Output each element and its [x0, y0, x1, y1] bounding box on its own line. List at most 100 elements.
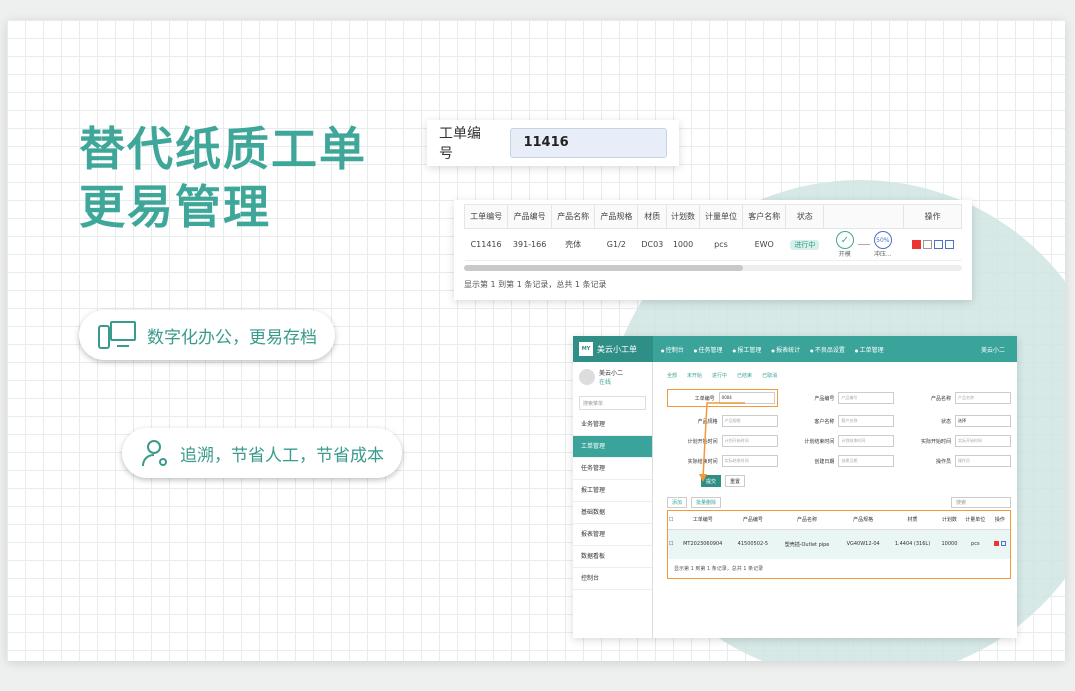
sidebar-menu: 业务管理 工单管理 任务管理 报工管理 基础数据 报表管理 数据看板 控制台 [573, 414, 652, 590]
cell: pcs [699, 228, 743, 261]
cell: 10000 [937, 529, 961, 559]
tab[interactable]: 未开始 [687, 372, 702, 379]
edit-icon[interactable] [933, 240, 943, 249]
col-header: 计划数 [937, 511, 961, 530]
form-field: 计划开始时间 计划开始时间 [667, 435, 778, 447]
field-label: 计划结束时间 [804, 438, 835, 445]
col-header: 材质 [887, 511, 938, 530]
submit-button[interactable]: 提交 [701, 475, 722, 487]
tab[interactable]: 已结束 [737, 372, 752, 379]
col-header: 操作 [989, 511, 1010, 530]
cell: DC03 [637, 228, 667, 261]
field-label: 状态 [940, 418, 951, 425]
app-logo: MY 美云小工单 [573, 336, 653, 362]
field-input[interactable]: 产品名称 [954, 392, 1011, 404]
nav-item[interactable]: 报表统计 [771, 345, 800, 354]
horizontal-scrollbar[interactable] [464, 265, 962, 271]
delete-icon[interactable] [993, 541, 999, 547]
feature-label: 追溯，节省人工，节省成本 [180, 445, 384, 466]
form-field-work-order: 工单编号 0004 [667, 389, 778, 407]
col-header: 计量单位 [960, 511, 990, 530]
app-screenshot: MY 美云小工单 控制台 任务管理 报工管理 报表统计 不良品设置 工单管理 美云… [573, 336, 1017, 638]
col-header: 产品规格 [839, 511, 888, 530]
col-header: 计量单位 [698, 204, 744, 229]
process-progress: ✓ 开模 50% 冲压... [835, 231, 892, 258]
sidebar-item[interactable]: 任务管理 [573, 458, 652, 480]
form-field: 产品编号 产品编号 [784, 389, 895, 407]
tab[interactable]: 进行中 [712, 372, 727, 379]
delete-icon[interactable] [911, 240, 921, 249]
avatar [579, 369, 595, 385]
data-table: ☐ 工单编号 产品编号 产品名称 产品规格 材质 计划数 计量单位 操作 ☐ M… [668, 511, 1010, 559]
user-status: 在线 [599, 379, 612, 386]
field-input[interactable]: 产品规格 [721, 415, 778, 427]
table-row[interactable]: C11416 391-166 壳体 G1/2 DC03 1000 pcs EWO… [464, 228, 962, 261]
cell: 壳体 [551, 228, 595, 261]
form-field: 计划结束时间 计划结束时间 [784, 435, 895, 447]
field-input[interactable]: 实际开始时间 [954, 435, 1011, 447]
sidebar-item[interactable]: 业务管理 [573, 414, 652, 436]
cell: G1/2 [594, 228, 638, 261]
sidebar-item-active[interactable]: 工单管理 [573, 436, 652, 458]
sidebar-item[interactable]: 报工管理 [573, 480, 652, 502]
edit-icon[interactable] [1000, 541, 1006, 547]
form-field: 产品规格 产品规格 [667, 415, 778, 427]
field-label: 产品规格 [697, 418, 718, 425]
status-badge: 进行中 [790, 239, 820, 250]
tab[interactable]: 全部 [667, 372, 677, 379]
field-input[interactable]: 创建日期 [838, 455, 895, 467]
user-name: 美云小二 [599, 370, 624, 377]
nav-item[interactable]: 控制台 [661, 345, 684, 354]
cell: C11416 [464, 228, 508, 261]
process-step-current: 50% 冲压... [873, 231, 892, 258]
field-input[interactable]: 计划开始时间 [721, 435, 778, 447]
add-button[interactable]: 添加 [667, 497, 688, 508]
nav-item[interactable]: 任务管理 [694, 345, 723, 354]
reset-button[interactable]: 重置 [725, 475, 746, 487]
col-header [823, 204, 905, 229]
status-tabs: 全部 未开始 进行中 已结束 已取消 [661, 362, 1017, 389]
headline-line1: 替代纸质工单 [79, 122, 367, 176]
sidebar-item[interactable]: 基础数据 [573, 502, 652, 524]
search-form: 工单编号 0004 产品编号 产品编号 产品名称 产品名称 产品规格 产品规格 客户名称… [661, 389, 1017, 467]
tab[interactable]: 已取消 [762, 372, 777, 379]
sidebar: 美云小二在线 搜索菜单 业务管理 工单管理 任务管理 报工管理 基础数据 报表管… [573, 362, 653, 638]
work-order-input[interactable]: 11416 [510, 128, 667, 158]
sidebar-item[interactable]: 控制台 [573, 568, 652, 590]
field-input[interactable]: 产品编号 [838, 392, 895, 404]
brand-name: 美云小工单 [597, 344, 637, 354]
view-icon[interactable] [944, 240, 954, 249]
sidebar-item[interactable]: 数据看板 [573, 546, 652, 568]
form-field: 状态 选择 [900, 415, 1011, 427]
nav-item[interactable]: 不良品设置 [810, 345, 845, 354]
print-icon[interactable] [922, 240, 932, 249]
row-actions [903, 228, 962, 261]
table-search-input[interactable]: 搜索 [951, 497, 1011, 508]
step-percent: 50% [873, 231, 892, 249]
step-label: 冲压... [873, 251, 892, 258]
menu-search-input[interactable]: 搜索菜单 [579, 396, 646, 410]
cell: EWO [742, 228, 786, 261]
field-label: 实际开始时间 [920, 438, 951, 445]
order-table-card: 工单编号 产品编号 产品名称 产品规格 材质 计划数 计量单位 客户名称 状态 … [454, 200, 972, 300]
nav-item[interactable]: 工单管理 [855, 345, 884, 354]
sidebar-item[interactable]: 报表管理 [573, 524, 652, 546]
check-icon: ✓ [835, 231, 854, 249]
status-select[interactable]: 选择 [954, 415, 1011, 427]
field-input[interactable]: 0004 [718, 392, 775, 404]
field-label: 工单编号 [694, 395, 715, 402]
canvas: 替代纸质工单 更易管理 数字化办公，更易存档 追溯，节省人工，节省成本 工单编号… [7, 20, 1065, 661]
headline: 替代纸质工单 更易管理 [79, 120, 367, 236]
field-input[interactable]: 操作员 [954, 455, 1011, 467]
nav-item[interactable]: 报工管理 [733, 345, 761, 354]
field-input[interactable]: 实际结束时间 [721, 455, 778, 467]
cell: 1.4404 (316L) [887, 529, 938, 559]
form-field: 客户名称 客户名称 [784, 415, 895, 427]
top-user[interactable]: 美云小二 [981, 345, 1005, 354]
field-input[interactable]: 客户名称 [838, 415, 895, 427]
cell: 391-166 [507, 228, 552, 261]
table-row[interactable]: ☐ MT2023060904 41500502-5 塑壳插-Outlet pip… [668, 529, 1010, 559]
field-input[interactable]: 计划结束时间 [838, 435, 895, 447]
data-table-highlight: ☐ 工单编号 产品编号 产品名称 产品规格 材质 计划数 计量单位 操作 ☐ M… [667, 510, 1011, 579]
batch-delete-button[interactable]: 批量删除 [691, 497, 722, 508]
